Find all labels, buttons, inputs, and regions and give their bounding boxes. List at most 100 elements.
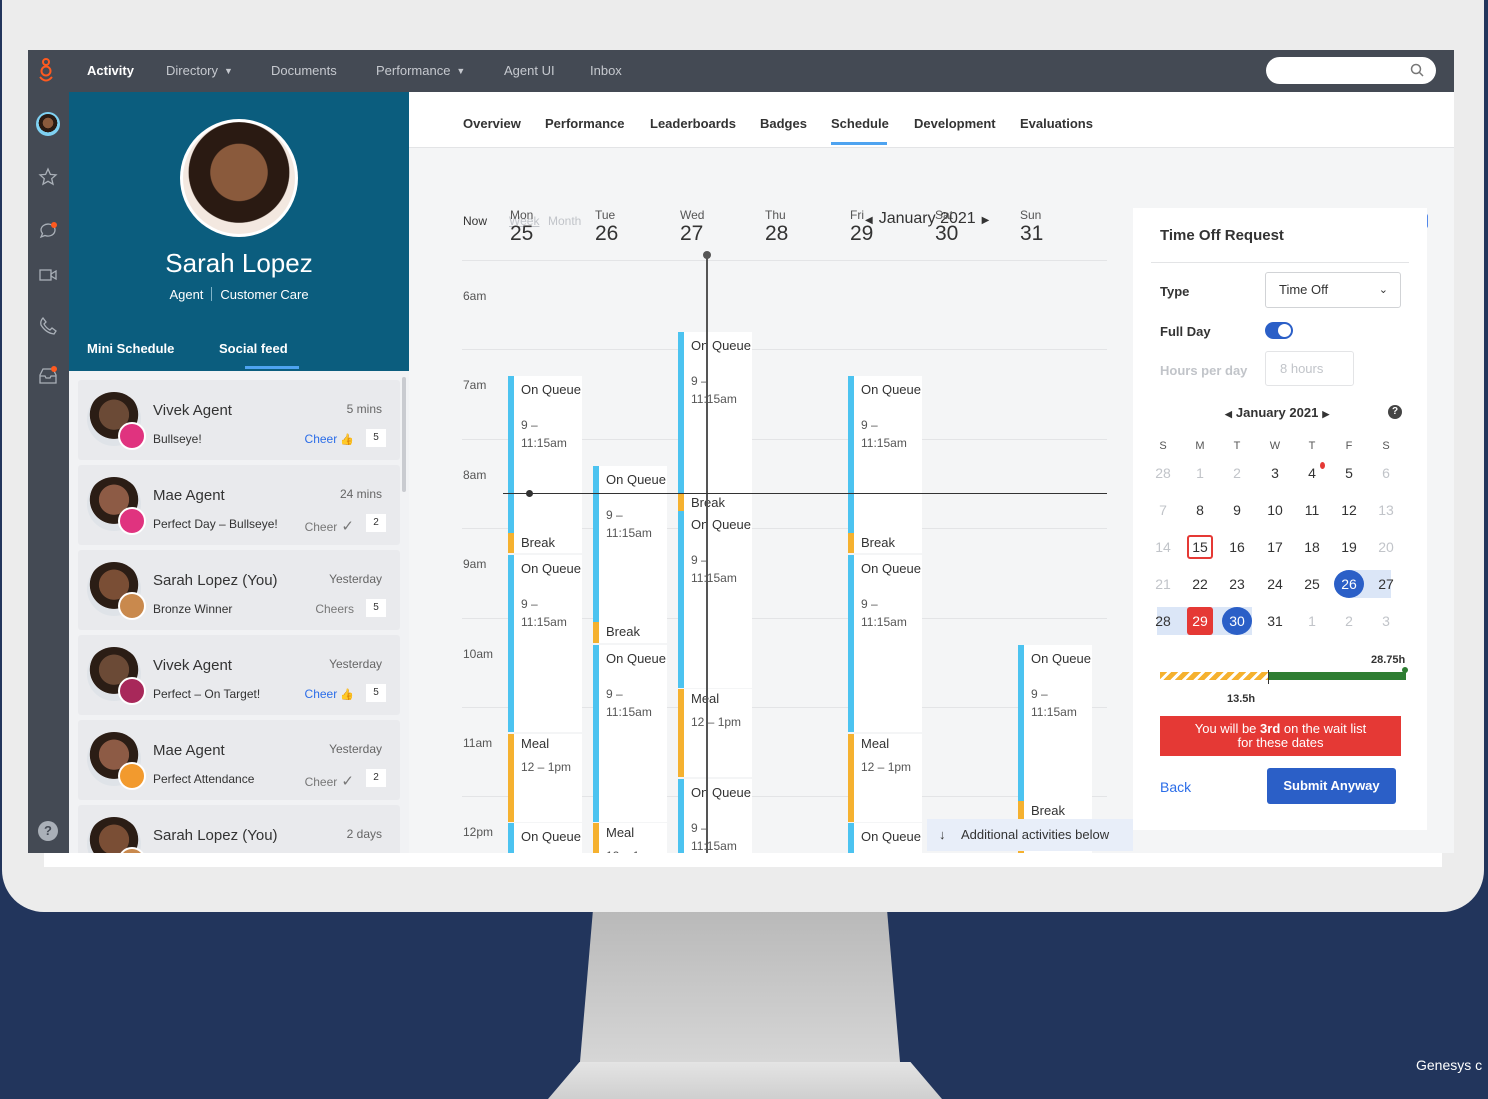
calendar-day[interactable]: 23 (1222, 570, 1252, 598)
calendar-day[interactable]: 29 (1187, 607, 1213, 635)
schedule-break-block[interactable]: Meal 12 – 1pm (593, 823, 667, 853)
calendar-day[interactable]: 11 (1297, 496, 1327, 524)
calendar-day[interactable]: 2 (1222, 459, 1252, 487)
hours-per-day-input[interactable]: 8 hours (1265, 351, 1354, 386)
tab-evaluations[interactable]: Evaluations (1020, 116, 1093, 131)
calendar-day[interactable]: 27 (1371, 570, 1401, 598)
submit-anyway-button[interactable]: Submit Anyway (1267, 768, 1396, 804)
schedule-queue-block[interactable]: On Queue 9 – 11:15am (848, 376, 922, 533)
cheer-button[interactable]: Cheer 👍 (305, 687, 354, 701)
next-month-icon[interactable]: ▶ (982, 215, 990, 226)
calendar-day[interactable]: 3 (1260, 459, 1290, 487)
tab-mini-schedule[interactable]: Mini Schedule (87, 341, 174, 356)
schedule-queue-block[interactable]: On Queue 9 – 11:15am (678, 510, 752, 688)
day-number[interactable]: 30 (935, 222, 958, 246)
feed-card[interactable]: Sarah Lopez (You) 2 days (78, 805, 400, 853)
calendar-day[interactable]: 7 (1148, 496, 1178, 524)
schedule-break-block[interactable]: Break (848, 532, 922, 554)
additional-activities-banner[interactable]: ↓ Additional activities below (927, 819, 1133, 851)
tab-performance[interactable]: Performance (545, 116, 624, 131)
schedule-break-block[interactable]: Meal 12 – 1pm (508, 734, 582, 822)
cheer-button[interactable]: Cheer 👍 (305, 432, 354, 446)
feed-card[interactable]: Mae Agent Yesterday Perfect Attendance Chee… (78, 720, 400, 800)
day-number[interactable]: 25 (510, 222, 533, 246)
phone-icon[interactable] (38, 316, 58, 336)
schedule-break-block[interactable]: Break (593, 622, 667, 643)
rail-avatar[interactable] (36, 112, 60, 136)
calendar-day[interactable]: 25 (1297, 570, 1327, 598)
calendar-day[interactable]: 1 (1297, 607, 1327, 635)
calendar-day[interactable]: 9 (1222, 496, 1252, 524)
help-icon[interactable]: ? (38, 821, 58, 841)
schedule-break-block[interactable]: Break (678, 492, 752, 511)
nav-performance[interactable]: Performance ▼ (376, 63, 465, 78)
schedule-queue-block[interactable]: On Queue 9 – 11:15am (678, 331, 752, 493)
day-number[interactable]: 26 (595, 222, 618, 246)
calendar-day[interactable]: 17 (1260, 533, 1290, 561)
calendar-day[interactable]: 21 (1148, 570, 1178, 598)
calendar-day[interactable]: 8 (1185, 496, 1215, 524)
calendar-day[interactable]: 28 (1148, 459, 1178, 487)
calendar-day[interactable]: 12 (1334, 496, 1364, 524)
calendar-day[interactable]: 10 (1260, 496, 1290, 524)
calendar-day[interactable]: 28 (1148, 607, 1178, 635)
calendar-day[interactable]: 20 (1371, 533, 1401, 561)
feed-card[interactable]: Sarah Lopez (You) Yesterday Bronze Winner C… (78, 550, 400, 630)
calendar-day[interactable]: 26 (1334, 570, 1364, 598)
type-select[interactable]: Time Off ⌄ (1265, 272, 1401, 308)
schedule-queue-block[interactable]: On Queue 9 – 11:15am (593, 644, 667, 822)
day-number[interactable]: 31 (1020, 222, 1043, 246)
calendar-day[interactable]: 15 (1187, 535, 1213, 559)
tab-development[interactable]: Development (914, 116, 996, 131)
next-month-icon[interactable]: ▶ (1322, 409, 1329, 419)
calendar-day[interactable]: 18 (1297, 533, 1327, 561)
schedule-queue-block[interactable]: On Queue 9 – 11:15am (508, 376, 582, 533)
calendar-day[interactable]: 4 (1297, 459, 1327, 487)
star-icon[interactable] (38, 167, 58, 187)
back-button[interactable]: Back (1160, 779, 1191, 795)
schedule-queue-block[interactable]: On Queue9 – (508, 823, 582, 853)
tab-schedule[interactable]: Schedule (831, 116, 889, 131)
schedule-queue-block[interactable]: On Queue 9 – 11:15am (1018, 644, 1092, 802)
schedule-queue-block[interactable]: On Queue 9 – 11:15am (508, 555, 582, 733)
cheer-button[interactable]: Cheers (315, 602, 354, 616)
schedule-queue-block[interactable]: On Queue 9 – 11:15am (848, 555, 922, 733)
schedule-queue-block[interactable]: On Queue 9 – 11:15am (678, 778, 752, 853)
calendar-day[interactable]: 6 (1371, 459, 1401, 487)
tab-leaderboards[interactable]: Leaderboards (650, 116, 736, 131)
calendar-day[interactable]: 5 (1334, 459, 1364, 487)
nav-directory[interactable]: Directory ▼ (166, 63, 233, 78)
nav-documents[interactable]: Documents (271, 63, 337, 78)
now-button[interactable]: Now (463, 214, 487, 228)
calendar-day[interactable]: 14 (1148, 533, 1178, 561)
day-number[interactable]: 27 (680, 222, 703, 246)
schedule-break-block[interactable]: Break (508, 532, 582, 554)
nav-activity[interactable]: Activity (87, 63, 134, 78)
calendar-day[interactable]: 31 (1260, 607, 1290, 635)
calendar-day[interactable]: 16 (1222, 533, 1252, 561)
help-icon[interactable]: ? (1388, 405, 1402, 419)
calendar-day[interactable]: 19 (1334, 533, 1364, 561)
nav-agent-ui[interactable]: Agent UI (504, 63, 555, 78)
video-icon[interactable] (38, 265, 58, 285)
schedule-break-block[interactable]: Meal 12 – 1pm (678, 689, 752, 777)
calendar-day[interactable]: 24 (1260, 570, 1290, 598)
day-number[interactable]: 28 (765, 222, 788, 246)
tab-overview[interactable]: Overview (463, 116, 521, 131)
cheer-button[interactable]: Cheer ✓ (305, 772, 354, 790)
feed-scrollbar[interactable] (402, 377, 406, 492)
genesys-logo-icon[interactable] (36, 58, 56, 84)
schedule-queue-block[interactable]: On Queue9 – (848, 823, 922, 853)
schedule-break-block[interactable]: Meal 12 – 1pm (848, 734, 922, 822)
tab-social-feed[interactable]: Social feed (219, 341, 288, 356)
nav-inbox[interactable]: Inbox (590, 63, 622, 78)
day-number[interactable]: 29 (850, 222, 873, 246)
prev-month-icon[interactable]: ◀ (1225, 409, 1232, 419)
calendar-day[interactable]: 1 (1185, 459, 1215, 487)
feed-card[interactable]: Mae Agent 24 mins Perfect Day – Bullseye! C… (78, 465, 400, 545)
calendar-day[interactable]: 13 (1371, 496, 1401, 524)
feed-card[interactable]: Vivek Agent 5 mins Bullseye! Cheer 👍 5 (78, 380, 400, 460)
feed-card[interactable]: Vivek Agent Yesterday Perfect – On Target!… (78, 635, 400, 715)
calendar-day[interactable]: 3 (1371, 607, 1401, 635)
tab-badges[interactable]: Badges (760, 116, 807, 131)
